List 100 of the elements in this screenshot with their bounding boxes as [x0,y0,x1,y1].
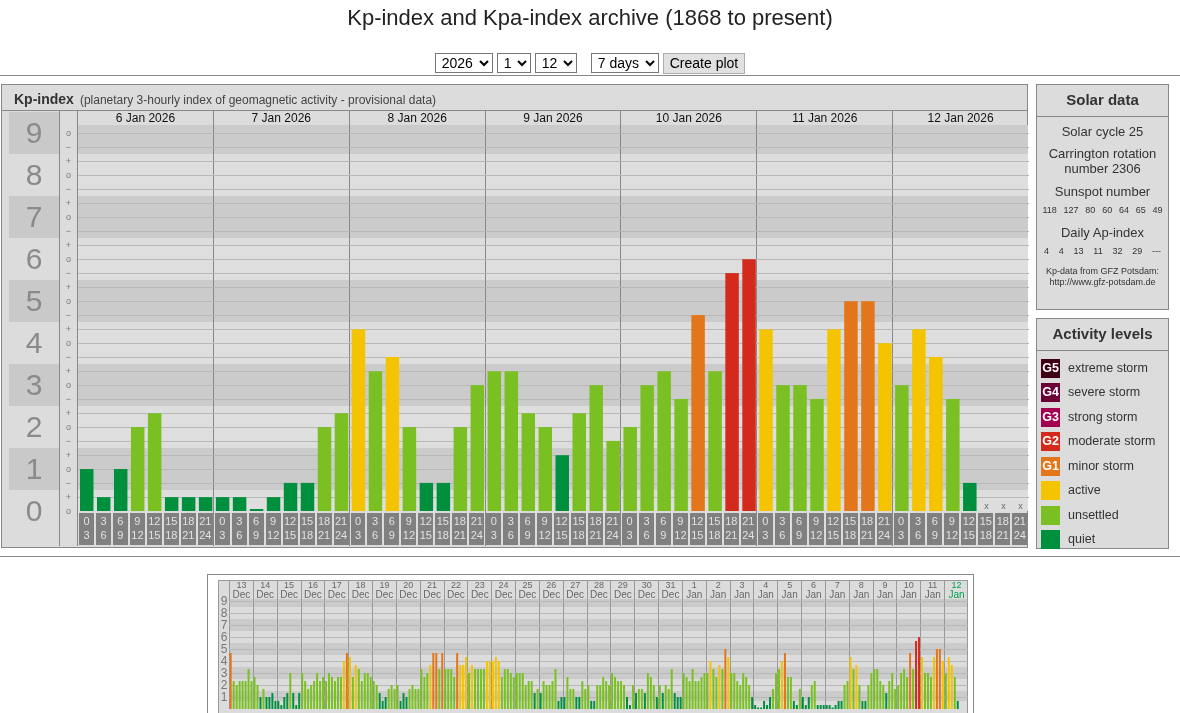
missing-marker: x [1001,501,1006,511]
time-slot-label: 3 6 [910,513,926,545]
legend-label: moderate storm [1068,433,1156,451]
time-slot-label: 21 24 [605,513,620,545]
axis-label: o [65,505,72,518]
level-badge: G2 [1041,432,1060,451]
axis-label: 9 [24,115,44,152]
time-slot-label: 0 3 [893,513,909,545]
dropdown[interactable]: 2026 [434,53,493,73]
axis-label: 3 [24,367,44,404]
time-slot-label: 0 3 [350,513,366,545]
time-slot-label: 6 9 [112,513,128,545]
date-label: 6 Jan 2026 [114,111,177,125]
axis-label: + [64,239,73,252]
time-slot-label: 21 24 [469,513,485,545]
time-slot-label: 12 15 [554,513,570,545]
time-slot-label: 18 21 [723,513,739,545]
axis-label: 7 [219,619,229,631]
date-label: 16 Dec [303,581,323,599]
axis-label: o [65,295,72,308]
value-text: 60 [1102,204,1113,218]
dropdown[interactable]: 12 [534,53,577,73]
create-plot-button[interactable]: Create plot [662,52,746,74]
date-label: 4 Jan [756,581,775,599]
time-slot-label: 9 12 [944,513,960,545]
date-label: 24 Dec [493,581,514,599]
axis-label: o [65,169,72,182]
axis-label: o [65,253,72,266]
dropdown[interactable]: 1 [496,53,531,73]
time-slot-label: 18 21 [316,513,332,545]
axis-label: − [64,477,73,490]
missing-marker: x [1018,501,1023,511]
axis-label: 2 [219,679,229,691]
info-text: Daily Ap-index [1059,225,1146,241]
time-slot-label: 15 18 [163,513,179,545]
level-badge: G1 [1041,456,1060,476]
time-slot-label: 6 9 [927,513,943,545]
axis-label: + [64,365,73,378]
time-slot-label: 3 6 [95,513,111,545]
axis-label: 9 [219,595,229,608]
panel-title: Activity levels [1037,319,1168,351]
axis-label: + [64,323,73,336]
date-label: 19 Dec [374,581,395,599]
axis-label: + [64,449,73,462]
time-slot-label: 6 9 [248,513,264,545]
date-label: 14 Dec [255,581,276,599]
axis-label: 8 [219,607,229,620]
legend-label: quiet [1068,531,1096,549]
value-text: 4 [1043,244,1049,258]
axis-label: 0 [24,493,44,529]
axis-label: + [64,407,73,420]
date-label: 12 Jan [947,581,966,599]
axis-label: − [64,225,73,238]
date-label: 6 Jan [804,581,823,599]
time-slot-label: 0 3 [214,513,230,545]
date-label: 26 Dec [541,581,562,599]
value-text: 29 [1132,244,1143,258]
time-slot-label: 12 15 [689,513,705,545]
time-slot-label: 0 3 [757,513,773,545]
dropdown[interactable]: 7 days [590,53,659,73]
source-link[interactable]: http://www.gfz-potsdam.de [1037,277,1168,288]
value-text: 118 [1042,204,1057,218]
level-badge: G3 [1041,407,1060,427]
time-slot-label: 9 12 [808,513,824,545]
time-slot-label: 12 15 [961,513,977,545]
date-label: 8 Jan [852,581,871,599]
axis-label: − [64,393,73,406]
time-slot-label: 6 9 [520,513,536,545]
axis-label: 8 [24,157,44,194]
axis-label: − [64,183,73,196]
time-slot-label: 18 21 [859,513,875,545]
panel-title: Solar data [1037,85,1168,117]
source-text: Kp-data from GFZ Potsdam: [1044,266,1160,277]
missing-marker: x [984,501,989,511]
date-label: 5 Jan [780,581,799,599]
time-slot-label: 21 24 [1012,513,1028,545]
date-label: 13 Dec [231,581,252,599]
level-badge: G5 [1041,358,1060,378]
info-text: Carrington rotation number 2306 [1047,147,1158,178]
legend-label: extreme storm [1068,359,1148,377]
time-slot-label: 0 3 [79,513,94,545]
time-slot-label: 9 12 [672,513,688,545]
date-label: 9 Jan [875,581,895,599]
axis-label: 6 [219,631,229,643]
date-label: 10 Jan [899,581,918,599]
legend-label: severe storm [1068,384,1141,402]
axis-label: 4 [24,325,44,362]
time-slot-label: 21 24 [740,513,756,545]
legend-label: minor storm [1068,457,1134,475]
time-slot-label: 18 21 [588,513,604,545]
axis-label: 1 [24,451,44,488]
date-label: 30 Dec [636,581,657,599]
axis-label: o [65,421,72,434]
axis-label: o [65,379,72,392]
value-text: 80 [1085,204,1096,218]
axis-label: o [65,211,72,224]
info-text: Sunspot number [1053,185,1152,201]
value-text: 49 [1152,204,1163,218]
axis-label: + [64,491,73,504]
date-label: 31 Dec [660,581,681,599]
